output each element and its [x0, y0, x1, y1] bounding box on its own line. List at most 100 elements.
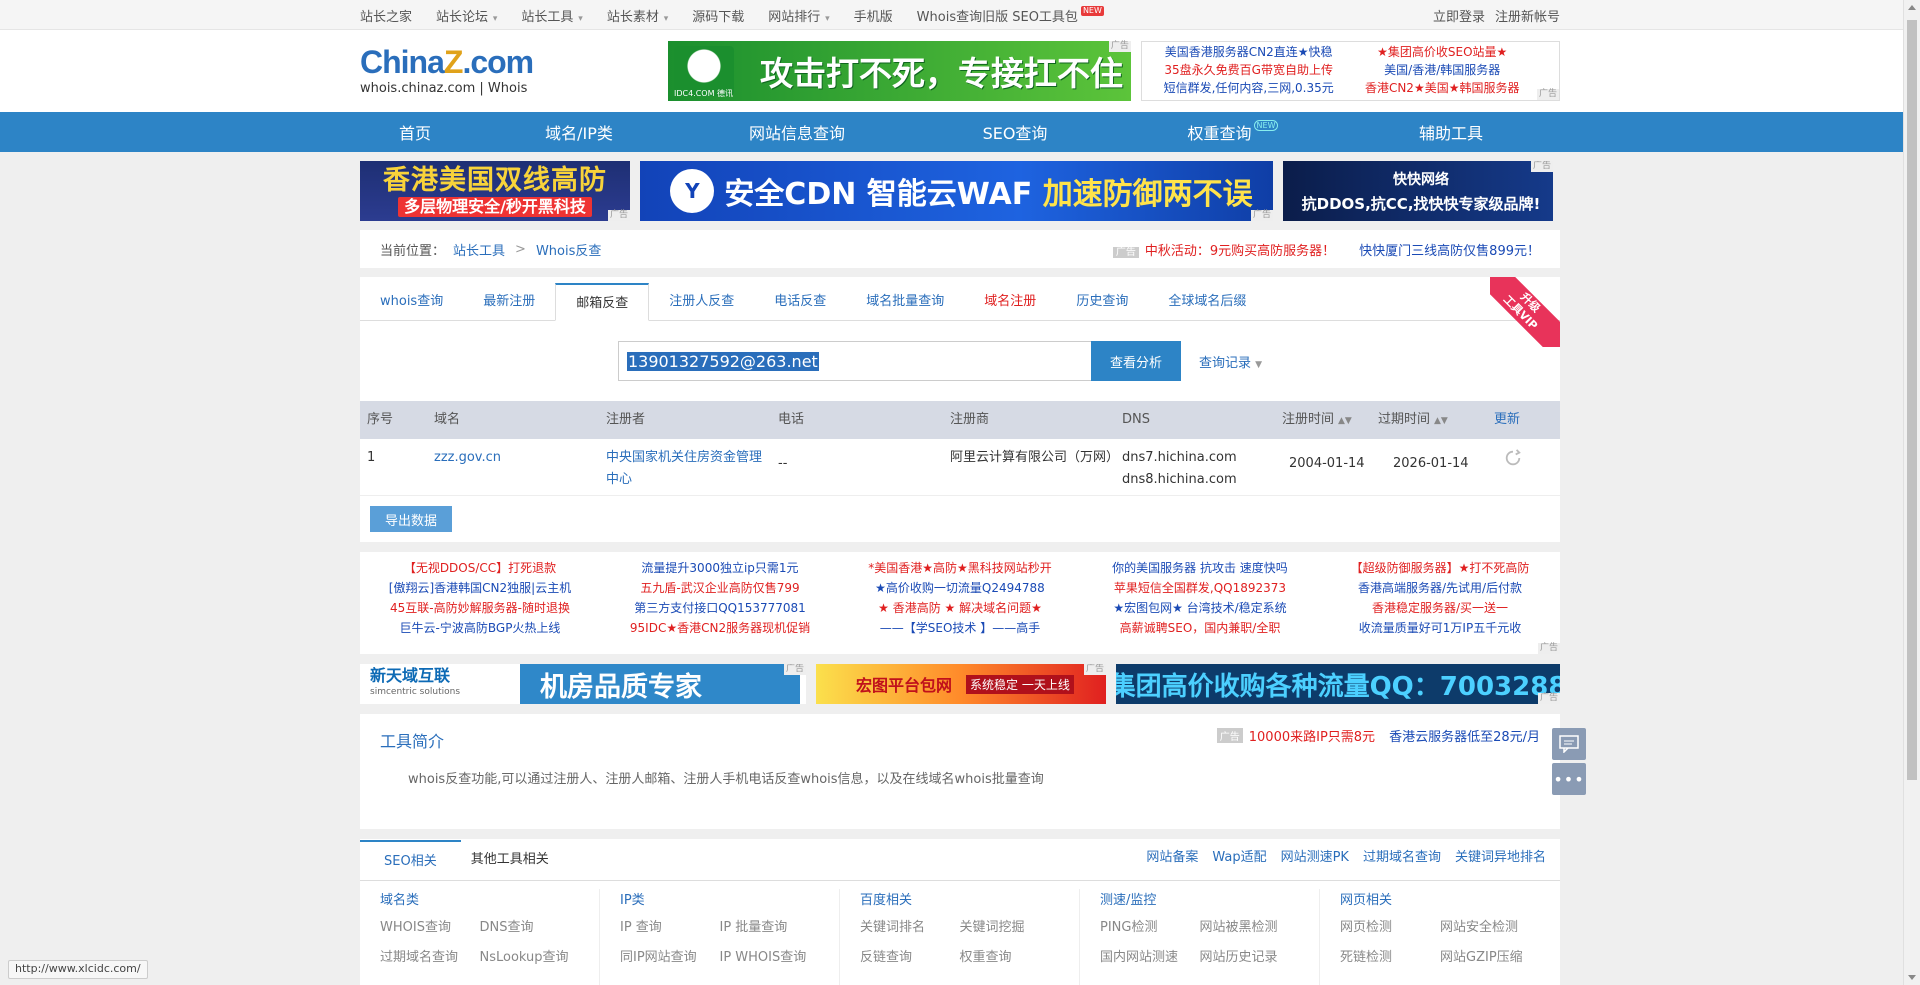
ad-text-link[interactable]: 短信群发,任何内容,三网,0.35元 — [1152, 80, 1346, 98]
tool-link[interactable]: NsLookup查询 — [480, 943, 580, 973]
text-ad-link[interactable]: 收流量质量好可1万IP五千元收 — [1320, 618, 1560, 638]
tool-link[interactable]: 过期域名查询 — [380, 943, 480, 973]
tool-quick-link[interactable]: 关键词异地排名 — [1455, 840, 1546, 880]
tab-6[interactable]: 域名注册 — [964, 283, 1056, 320]
tool-quick-link[interactable]: 网站测速PK — [1281, 840, 1349, 880]
text-ad-link[interactable]: 五九盾-武汉企业高防仅售799 — [600, 578, 840, 598]
text-ad-link[interactable]: ★ 香港高防 ★ 解决域名问题★ — [840, 598, 1080, 618]
tool-group-title[interactable]: 网页相关 — [1340, 889, 1540, 913]
tab-7[interactable]: 历史查询 — [1056, 283, 1148, 320]
col-header-expires[interactable]: 过期时间 ▲▼ — [1371, 409, 1487, 432]
ad-link-midautumn[interactable]: 中秋活动：9元购买高防服务器！ — [1145, 244, 1335, 259]
email-search-input[interactable]: 13901327592@263.net — [617, 341, 1091, 381]
tab-8[interactable]: 全球域名后缀 — [1148, 283, 1266, 320]
nav-item-4[interactable]: 权重查询 NEW — [1124, 120, 1342, 144]
text-ad-link[interactable]: 45互联-高防妙解服务器-随时退换 — [360, 598, 600, 618]
ad-link-hk-cloud[interactable]: 香港云服务器低至28元/月 — [1389, 726, 1540, 745]
text-ad-link[interactable]: 香港高端服务器/先试用/后付款 — [1320, 578, 1560, 598]
top-link-3[interactable]: 站长素材 ▾ — [607, 6, 668, 25]
refresh-button[interactable] — [1487, 447, 1547, 475]
top-link-2[interactable]: 站长工具 ▾ — [521, 6, 582, 25]
tool-link[interactable]: IP 查询 — [620, 913, 720, 943]
text-ad-link[interactable]: 苹果短信全国群发,QQ1892373 — [1080, 578, 1320, 598]
ad-text-link[interactable]: 美国/香港/韩国服务器 — [1345, 62, 1539, 80]
text-ad-link[interactable]: ★高价收购一切流量Q2494788 — [840, 578, 1080, 598]
ad-banner-idc4[interactable]: 攻击打不死，专接扛不住 IDC4.COM 德讯 广告 — [667, 41, 1131, 101]
tool-quick-link[interactable]: Wap适配 — [1212, 840, 1266, 880]
tool-link[interactable]: 关键词挖掘 — [960, 913, 1060, 943]
tool-link[interactable]: 反链查询 — [860, 943, 960, 973]
analyze-button[interactable]: 查看分析 — [1090, 341, 1181, 381]
tool-link[interactable]: IP WHOIS查询 — [720, 943, 820, 973]
tab-seo-related[interactable]: SEO相关 — [360, 840, 461, 880]
ad-kuaikuai[interactable]: 快快网络 抗DDOS,抗CC,找快快专家级品牌! 广告 — [1283, 161, 1553, 221]
chinaz-logo[interactable]: ChinaZ.com whois.chinaz.com | Whois — [360, 41, 557, 101]
text-ad-link[interactable]: ★宏图包网★ 台湾技术/稳定系统 — [1080, 598, 1320, 618]
text-ad-link[interactable]: 香港稳定服务器/买一送一 — [1320, 598, 1560, 618]
text-ad-link[interactable]: 你的美国服务器 抗攻击 速度快吗 — [1080, 558, 1320, 578]
breadcrumb-item-whois-reverse[interactable]: Whois反查 — [536, 240, 601, 259]
text-ad-link[interactable]: 95IDC★香港CN2服务器现机促销 — [600, 618, 840, 638]
registrant-link[interactable]: 中央国家机关住房资金管理中心 — [606, 450, 762, 487]
nav-item-3[interactable]: SEO查询 — [906, 120, 1124, 144]
ad-text-link[interactable]: 香港CN2★美国★韩国服务器 — [1345, 80, 1539, 98]
tool-link[interactable]: PING检测 — [1100, 913, 1200, 943]
tab-0[interactable]: whois查询 — [360, 283, 463, 320]
col-header-created[interactable]: 注册时间 ▲▼ — [1275, 409, 1371, 432]
tab-1[interactable]: 最新注册 — [463, 283, 555, 320]
breadcrumb-item-tools[interactable]: 站长工具 — [453, 240, 505, 259]
tool-group-title[interactable]: 测速/监控 — [1100, 889, 1299, 913]
nav-item-1[interactable]: 域名/IP类 — [470, 120, 688, 144]
tool-link[interactable]: 关键词排名 — [860, 913, 960, 943]
ad-text-link[interactable]: 35盘永久免费百G带宽自助上传 — [1152, 62, 1346, 80]
page-scrollbar[interactable] — [1903, 0, 1920, 985]
tool-link[interactable]: 国内网站测速 — [1100, 943, 1200, 973]
tool-link[interactable]: 死链检测 — [1340, 943, 1440, 973]
top-link-1[interactable]: 站长论坛 ▾ — [436, 6, 497, 25]
col-header-update[interactable]: 更新 — [1487, 409, 1547, 431]
top-link-4[interactable]: 源码下载 — [692, 6, 744, 25]
ad-hongtu[interactable]: 宏图平台包网 系统稳定 一天上线 广告 — [816, 664, 1106, 704]
top-link-6[interactable]: 手机版 — [854, 6, 893, 25]
text-ad-link[interactable]: 【超级防御服务器】★打不死高防 — [1320, 558, 1560, 578]
top-link-5[interactable]: 网站排行 ▾ — [768, 6, 829, 25]
export-data-button[interactable]: 导出数据 — [370, 506, 452, 532]
tab-5[interactable]: 域名批量查询 — [846, 283, 964, 320]
text-ad-link[interactable]: [傲翔云]香港韩国CN2独服|云主机 — [360, 578, 600, 598]
ad-group-traffic[interactable]: 集团高价收购各种流量QQ：7003288 广告 — [1116, 664, 1560, 704]
tool-quick-link[interactable]: 网站备案 — [1146, 840, 1198, 880]
tool-link[interactable]: 网页检测 — [1340, 913, 1440, 943]
tool-link[interactable]: 网站安全检测 — [1440, 913, 1540, 943]
tool-group-title[interactable]: 百度相关 — [860, 889, 1059, 913]
top-link-0[interactable]: 站长之家 — [360, 6, 412, 25]
tool-link[interactable]: WHOIS查询 — [380, 913, 480, 943]
register-link[interactable]: 注册新帐号 — [1495, 6, 1560, 25]
feedback-button[interactable] — [1552, 728, 1586, 760]
ad-text-link[interactable]: 美国香港服务器CN2直连★快稳 — [1152, 44, 1346, 62]
query-history-dropdown[interactable]: 查询记录 ▼ — [1199, 352, 1262, 371]
tool-quick-link[interactable]: 过期域名查询 — [1363, 840, 1441, 880]
text-ad-link[interactable]: 第三方支付接口QQ153777081 — [600, 598, 840, 618]
text-ad-link[interactable]: 【无视DDOS/CC】打死退款 — [360, 558, 600, 578]
text-ad-link[interactable]: 高薪诚聘SEO，国内兼职/全职 — [1080, 618, 1320, 638]
ad-yundun-cdn[interactable]: Y 安全CDN 智能云WAF 加速防御两不误 广告 — [640, 161, 1273, 221]
vip-upgrade-ribbon[interactable]: 升级 工具VIP — [1490, 277, 1560, 347]
ad-xintianyu[interactable]: 新天域互联 simcentric solutions 机房品质专家 广告 — [360, 664, 806, 704]
tab-3[interactable]: 注册人反查 — [649, 283, 754, 320]
more-button[interactable]: ••• — [1552, 763, 1586, 795]
nav-item-2[interactable]: 网站信息查询 — [688, 120, 906, 144]
nav-item-0[interactable]: 首页 — [360, 120, 470, 144]
ad-text-link[interactable]: ★集团高价收SEO站量★ — [1345, 44, 1539, 62]
tab-other-tools[interactable]: 其他工具相关 — [461, 840, 559, 880]
top-link-7[interactable]: Whois查询旧版 SEO工具包 NEW — [917, 5, 1104, 25]
ad-link-ip[interactable]: 10000来路IP只需8元 — [1249, 726, 1375, 745]
domain-link[interactable]: zzz.gov.cn — [434, 450, 501, 465]
tool-group-title[interactable]: IP类 — [620, 889, 819, 913]
tab-4[interactable]: 电话反查 — [754, 283, 846, 320]
tab-2[interactable]: 邮箱反查 — [555, 283, 650, 321]
tool-link[interactable]: DNS查询 — [480, 913, 580, 943]
nav-item-5[interactable]: 辅助工具 — [1342, 120, 1560, 144]
ad-hk-defense[interactable]: 香港美国双线高防 多层物理安全/秒开黑科技 广告 — [360, 161, 630, 221]
text-ad-link[interactable]: ——【学SEO技术 】——高手 — [840, 618, 1080, 638]
tool-link[interactable]: 网站被黑检测 — [1200, 913, 1300, 943]
